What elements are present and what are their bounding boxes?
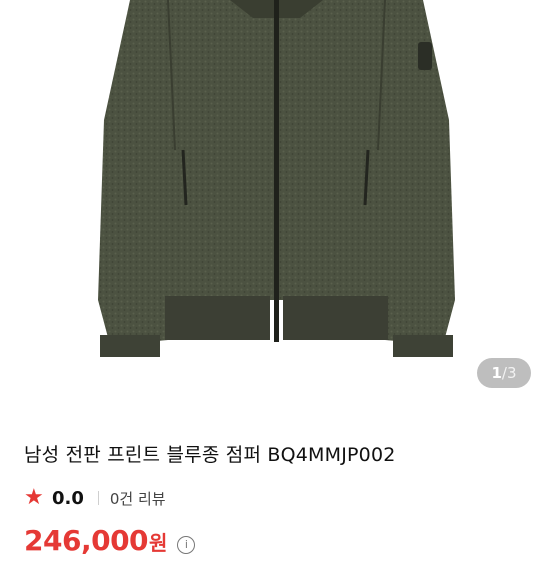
- review-count[interactable]: 0건 리뷰: [110, 488, 166, 509]
- info-icon[interactable]: i: [177, 535, 196, 554]
- image-page-counter: 1 / 3: [477, 358, 531, 388]
- price-value: 246,000: [24, 524, 149, 557]
- star-icon: ★: [24, 485, 44, 510]
- product-title: 남성 전판 프린트 블루종 점퍼 BQ4MMJP002: [24, 444, 396, 466]
- current-page: 1: [491, 364, 502, 382]
- price-row: 246,000 원 i: [24, 524, 196, 564]
- total-pages: 3: [506, 364, 517, 382]
- jacket-photo: [98, 0, 455, 357]
- rating-row[interactable]: ★ 0.0 0건 리뷰: [24, 486, 166, 510]
- rating-divider: [97, 491, 99, 505]
- rating-score: 0.0: [52, 487, 84, 509]
- product-image[interactable]: 1 / 3: [0, 0, 553, 400]
- price-currency: 원: [149, 531, 168, 555]
